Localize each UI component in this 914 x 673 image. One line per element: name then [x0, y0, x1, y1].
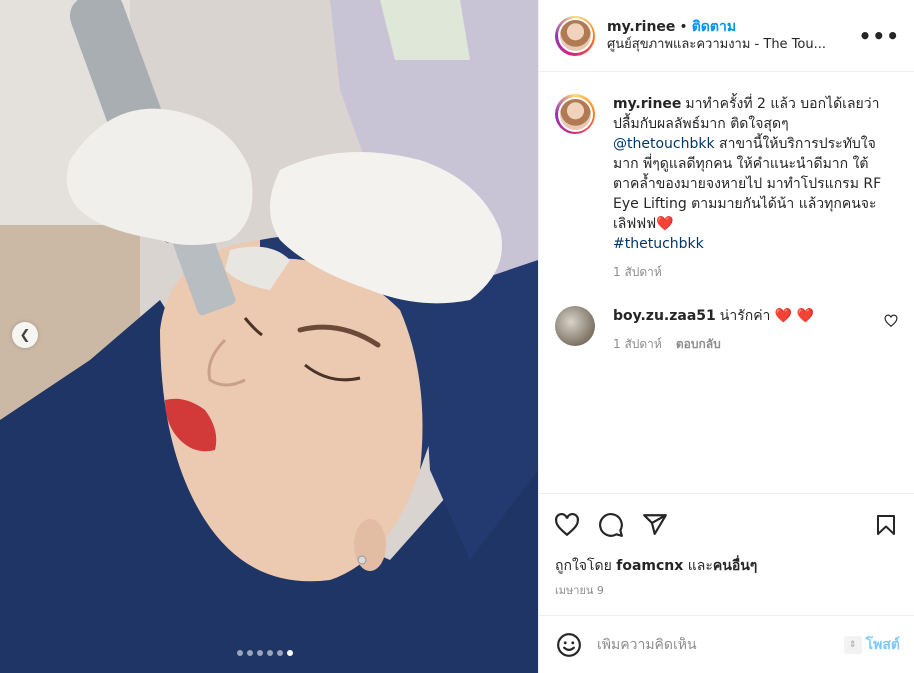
- carousel-dot-active: [287, 650, 293, 656]
- comment-time[interactable]: 1 สัปดาห์: [613, 334, 662, 354]
- carousel-dot: [277, 650, 283, 656]
- post-side-panel: my.rinee • ติดตาม ศูนย์สุขภาพและความงาม …: [538, 0, 914, 673]
- likes-summary: ถูกใจโดย foamcnx และคนอื่นๆ: [539, 555, 914, 577]
- follow-button[interactable]: ติดตาม: [692, 18, 736, 36]
- post-image[interactable]: ❮: [0, 0, 538, 673]
- caption-avatar[interactable]: [555, 94, 595, 134]
- carousel-dot: [237, 650, 243, 656]
- carousel-dot: [257, 650, 263, 656]
- commenter-username[interactable]: boy.zu.zaa51: [613, 308, 716, 324]
- likes-prefix: ถูกใจโดย: [555, 558, 612, 574]
- carousel-dot: [267, 650, 273, 656]
- comment-composer: ⇕ โพสต์: [539, 615, 914, 673]
- likes-others-link[interactable]: คนอื่นๆ: [713, 558, 757, 574]
- author-info: my.rinee • ติดตาม ศูนย์สุขภาพและความงาม …: [607, 18, 859, 54]
- caption-username[interactable]: my.rinee: [613, 96, 681, 112]
- post-dialog: ❮ my.rinee • ติดตาม ศูนย์สุขภาพและความงา: [0, 0, 914, 673]
- author-avatar[interactable]: [555, 15, 595, 56]
- comment-text: น่ารักค่า: [719, 308, 771, 324]
- share-send-icon[interactable]: [641, 511, 669, 539]
- comment-hearts: ❤️ ❤️: [774, 308, 815, 324]
- caption-body: my.rinee มาทำครั้งที่ 2 แล้ว บอกได้เลยว่า…: [613, 94, 883, 282]
- separator-dot: •: [679, 18, 688, 35]
- heart-emoji: ❤️: [656, 216, 674, 232]
- comments-section: my.rinee มาทำครั้งที่ 2 แล้ว บอกได้เลยว่า…: [539, 72, 914, 493]
- carousel-dot: [247, 650, 253, 656]
- chevron-left-icon: ❮: [19, 327, 31, 343]
- emoji-smiley-icon[interactable]: [555, 631, 583, 659]
- caption-hashtag[interactable]: #thetuchbkk: [613, 236, 704, 252]
- like-heart-icon[interactable]: [553, 511, 581, 539]
- liked-by-user[interactable]: foamcnx: [616, 558, 683, 574]
- caption: my.rinee มาทำครั้งที่ 2 แล้ว บอกได้เลยว่า…: [555, 94, 898, 282]
- action-bar: [539, 493, 914, 555]
- bookmark-icon[interactable]: [872, 511, 900, 539]
- post-comment-button[interactable]: ⇕ โพสต์: [843, 634, 900, 656]
- comment-input[interactable]: [597, 636, 844, 653]
- comment-item: boy.zu.zaa51 น่ารักค่า ❤️ ❤️ 1 สัปดาห์ ตอ…: [555, 306, 898, 354]
- post-header: my.rinee • ติดตาม ศูนย์สุขภาพและความงาม …: [539, 0, 914, 72]
- carousel-indicator: [237, 650, 293, 656]
- drag-handle-icon: ⇕: [843, 635, 862, 654]
- comment-bubble-icon[interactable]: [597, 511, 625, 539]
- previous-photo-button[interactable]: ❮: [12, 322, 38, 348]
- post-date[interactable]: เมษายน 9: [539, 577, 914, 599]
- reply-button[interactable]: ตอบกลับ: [676, 334, 721, 354]
- more-options-icon[interactable]: •••: [859, 24, 900, 48]
- location-link[interactable]: ศูนย์สุขภาพและความงาม - The Tou...: [607, 36, 859, 54]
- caption-mention[interactable]: @thetouchbkk: [613, 136, 715, 152]
- comment-body: boy.zu.zaa51 น่ารักค่า ❤️ ❤️ 1 สัปดาห์ ตอ…: [613, 306, 883, 354]
- post-comment-label: โพสต์: [865, 636, 900, 653]
- author-username[interactable]: my.rinee: [607, 18, 675, 36]
- commenter-avatar[interactable]: [555, 306, 595, 346]
- likes-middle: และ: [687, 558, 713, 574]
- photo-scene: [0, 0, 538, 673]
- caption-time[interactable]: 1 สัปดาห์: [613, 262, 662, 282]
- comment-like-heart-icon[interactable]: [884, 314, 898, 332]
